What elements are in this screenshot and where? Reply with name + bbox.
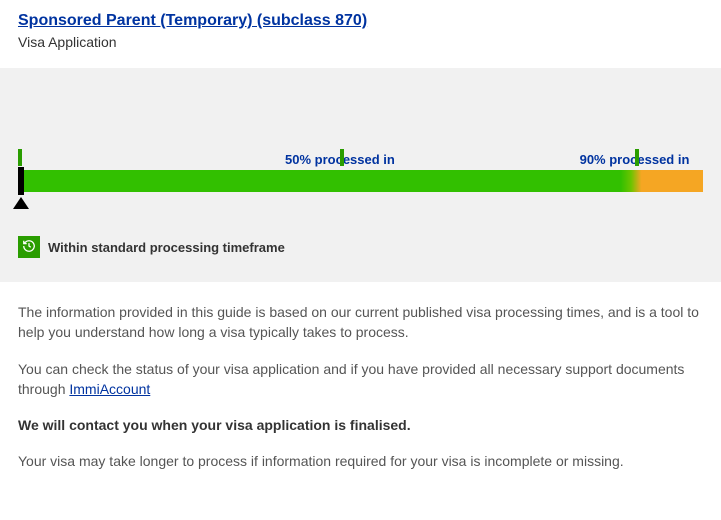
tick-mark-90	[635, 149, 639, 166]
info-para-1: The information provided in this guide i…	[18, 302, 703, 343]
processing-time-chart: 0 Days 50% processed in 82 Days 90% proc…	[18, 98, 703, 222]
clock-reverse-icon	[22, 239, 36, 256]
status-text: Within standard processing timeframe	[48, 240, 285, 255]
page-header: Sponsored Parent (Temporary) (subclass 8…	[0, 0, 721, 68]
current-position-triangle-icon	[13, 197, 29, 209]
info-body: The information provided in this guide i…	[0, 282, 721, 488]
tick-mark-50	[340, 149, 344, 166]
processing-time-panel: 0 Days 50% processed in 82 Days 90% proc…	[0, 68, 721, 282]
progress-bar	[18, 170, 703, 192]
tick-mark-0	[18, 149, 22, 166]
info-para-3: We will contact you when your visa appli…	[18, 415, 703, 435]
immiaccount-link[interactable]: ImmiAccount	[69, 381, 150, 397]
current-position-marker	[18, 167, 24, 195]
info-para-2: You can check the status of your visa ap…	[18, 359, 703, 400]
visa-title-link[interactable]: Sponsored Parent (Temporary) (subclass 8…	[18, 12, 367, 29]
visa-subtitle: Visa Application	[18, 34, 703, 50]
info-para-4: Your visa may take longer to process if …	[18, 451, 703, 471]
status-badge	[18, 236, 40, 258]
status-row: Within standard processing timeframe	[18, 236, 703, 258]
